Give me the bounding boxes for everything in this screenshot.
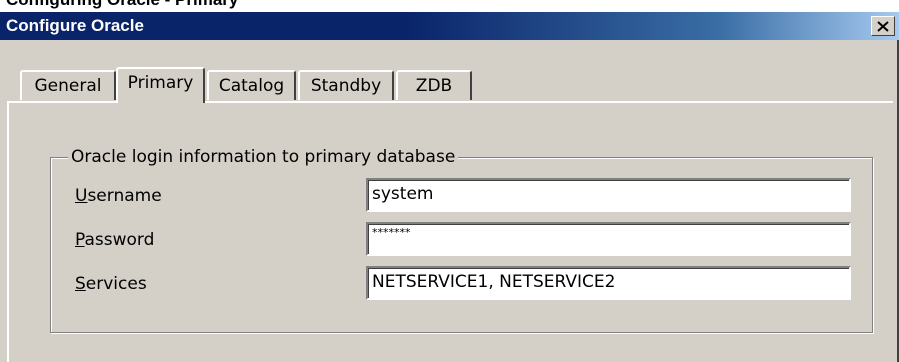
services-label-rest: ervices bbox=[85, 274, 147, 294]
window-title: Configure Oracle bbox=[6, 16, 144, 35]
password-label: Password bbox=[75, 229, 154, 251]
tab-catalog[interactable]: Catalog bbox=[207, 70, 296, 100]
tab-general-label: General bbox=[34, 76, 102, 96]
tab-panel-primary: Oracle login information to primary data… bbox=[7, 101, 893, 362]
tab-zdb-label: ZDB bbox=[415, 76, 453, 96]
title-bar[interactable]: Configure Oracle bbox=[0, 12, 899, 40]
username-mnemonic: U bbox=[75, 186, 88, 206]
tab-strip: General Primary Catalog Standby ZDB bbox=[20, 67, 480, 103]
services-value: NETSERVICE1, NETSERVICE2 bbox=[372, 272, 616, 292]
close-icon bbox=[877, 20, 889, 32]
services-mnemonic: S bbox=[75, 274, 86, 294]
tab-general[interactable]: General bbox=[20, 70, 116, 100]
tab-standby[interactable]: Standby bbox=[298, 70, 394, 100]
configure-oracle-dialog: Configure Oracle General Primary Catalog… bbox=[0, 12, 899, 362]
close-button[interactable] bbox=[871, 16, 895, 36]
password-mnemonic: P bbox=[75, 230, 85, 250]
services-field[interactable]: NETSERVICE1, NETSERVICE2 bbox=[366, 266, 851, 300]
password-field[interactable]: ******* bbox=[366, 222, 851, 256]
username-field[interactable]: system bbox=[366, 178, 851, 212]
password-label-rest: assword bbox=[84, 230, 155, 250]
tab-primary-label: Primary bbox=[127, 73, 194, 93]
tab-standby-label: Standby bbox=[310, 76, 382, 96]
password-value: ******* bbox=[372, 226, 411, 239]
services-label: Services bbox=[75, 273, 147, 295]
username-value: system bbox=[372, 184, 434, 204]
tab-primary[interactable]: Primary bbox=[116, 67, 205, 103]
document-heading: Configuring Oracle - Primary bbox=[6, 0, 238, 10]
username-label-rest: sername bbox=[87, 186, 162, 206]
login-info-group-label: Oracle login information to primary data… bbox=[68, 146, 459, 168]
username-label: Username bbox=[75, 185, 162, 207]
tab-zdb[interactable]: ZDB bbox=[396, 70, 472, 100]
tab-catalog-label: Catalog bbox=[218, 76, 285, 96]
